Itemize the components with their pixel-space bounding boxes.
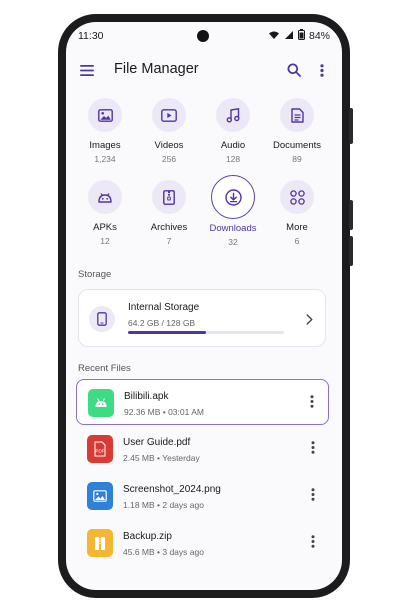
storage-section-title: Storage <box>78 269 112 280</box>
wifi-icon <box>268 30 280 43</box>
category-label: Videos <box>154 140 184 151</box>
category-count: 32 <box>228 237 238 247</box>
category-more[interactable]: More 6 <box>265 180 329 246</box>
image-icon <box>88 98 122 132</box>
more-vert-icon[interactable] <box>311 535 315 553</box>
category-apks[interactable]: APKs 12 <box>73 180 137 246</box>
chevron-right-icon <box>306 312 313 330</box>
category-label: Documents <box>272 140 322 151</box>
front-camera <box>197 30 209 42</box>
category-archives[interactable]: Archives 7 <box>137 180 201 246</box>
document-icon <box>280 98 314 132</box>
category-count: 12 <box>100 236 110 246</box>
storage-name: Internal Storage <box>128 302 200 313</box>
zip-file-icon <box>87 529 113 557</box>
file-row[interactable]: Backup.zip 45.6 MB • 3 days ago <box>76 520 329 566</box>
recent-files-section-title: Recent Files <box>78 363 131 374</box>
overflow-menu-icon[interactable] <box>315 61 329 79</box>
file-name: Bilibili.apk <box>124 391 169 402</box>
category-count: 128 <box>225 154 241 164</box>
download-icon <box>211 175 255 219</box>
svg-text:PDF: PDF <box>95 449 104 454</box>
side-button <box>349 236 353 266</box>
file-meta: 45.6 MB • 3 days ago <box>123 547 204 557</box>
category-count: 1,234 <box>94 154 116 164</box>
storage-card[interactable]: Internal Storage 64.2 GB / 128 GB <box>78 289 326 347</box>
image-file-icon <box>87 482 113 510</box>
pdf-file-icon: PDF <box>87 435 113 463</box>
category-downloads[interactable]: Downloads 32 <box>201 175 265 247</box>
category-label: APKs <box>93 222 117 233</box>
category-label: Downloads <box>209 223 257 234</box>
category-audio[interactable]: Audio 128 <box>201 98 265 164</box>
music-note-icon <box>216 98 250 132</box>
category-videos[interactable]: Videos 256 <box>137 98 201 164</box>
storage-progress-fill <box>128 331 206 334</box>
file-meta: 92.36 MB • 03:01 AM <box>124 407 204 417</box>
file-meta: 2.45 MB • Yesterday <box>123 453 200 463</box>
status-time: 11:30 <box>78 30 104 42</box>
file-meta: 1.18 MB • 2 days ago <box>123 500 204 510</box>
category-images[interactable]: Images 1,234 <box>73 98 137 164</box>
archive-icon <box>152 180 186 214</box>
file-row[interactable]: Screenshot_2024.png 1.18 MB • 2 days ago <box>76 473 329 519</box>
app-bar: File Manager <box>66 52 342 88</box>
menu-icon[interactable] <box>78 61 96 79</box>
more-vert-icon[interactable] <box>311 441 315 459</box>
category-label: Images <box>89 140 121 151</box>
android-icon <box>88 180 122 214</box>
more-grid-icon <box>280 180 314 214</box>
signal-icon <box>284 30 294 43</box>
screen: 11:30 84% File Manager Images 1,234 Vide… <box>66 22 342 590</box>
storage-progress-bar <box>128 331 284 334</box>
category-count: 256 <box>161 154 177 164</box>
power-button <box>349 200 353 230</box>
category-count: 6 <box>294 236 300 246</box>
category-label: More <box>286 222 308 233</box>
volume-button <box>349 108 353 144</box>
file-name: User Guide.pdf <box>123 437 191 448</box>
search-icon[interactable] <box>285 61 303 79</box>
category-label: Archives <box>150 222 188 233</box>
file-name: Backup.zip <box>123 531 172 542</box>
category-count: 89 <box>292 154 302 164</box>
file-row[interactable]: Bilibili.apk 92.36 MB • 03:01 AM <box>76 379 329 425</box>
more-vert-icon[interactable] <box>311 488 315 506</box>
file-row[interactable]: PDF User Guide.pdf 2.45 MB • Yesterday <box>76 426 329 472</box>
battery-level: 84% <box>308 30 330 42</box>
category-label: Audio <box>220 140 246 151</box>
android-file-icon <box>88 389 114 417</box>
phone-icon <box>89 306 115 332</box>
video-icon <box>152 98 186 132</box>
category-count: 7 <box>166 236 172 246</box>
more-vert-icon[interactable] <box>310 395 314 413</box>
battery-icon <box>297 29 305 43</box>
file-name: Screenshot_2024.png <box>123 484 221 495</box>
page-title: File Manager <box>114 61 199 77</box>
storage-usage: 64.2 GB / 128 GB <box>128 318 196 328</box>
category-documents[interactable]: Documents 89 <box>265 98 329 164</box>
